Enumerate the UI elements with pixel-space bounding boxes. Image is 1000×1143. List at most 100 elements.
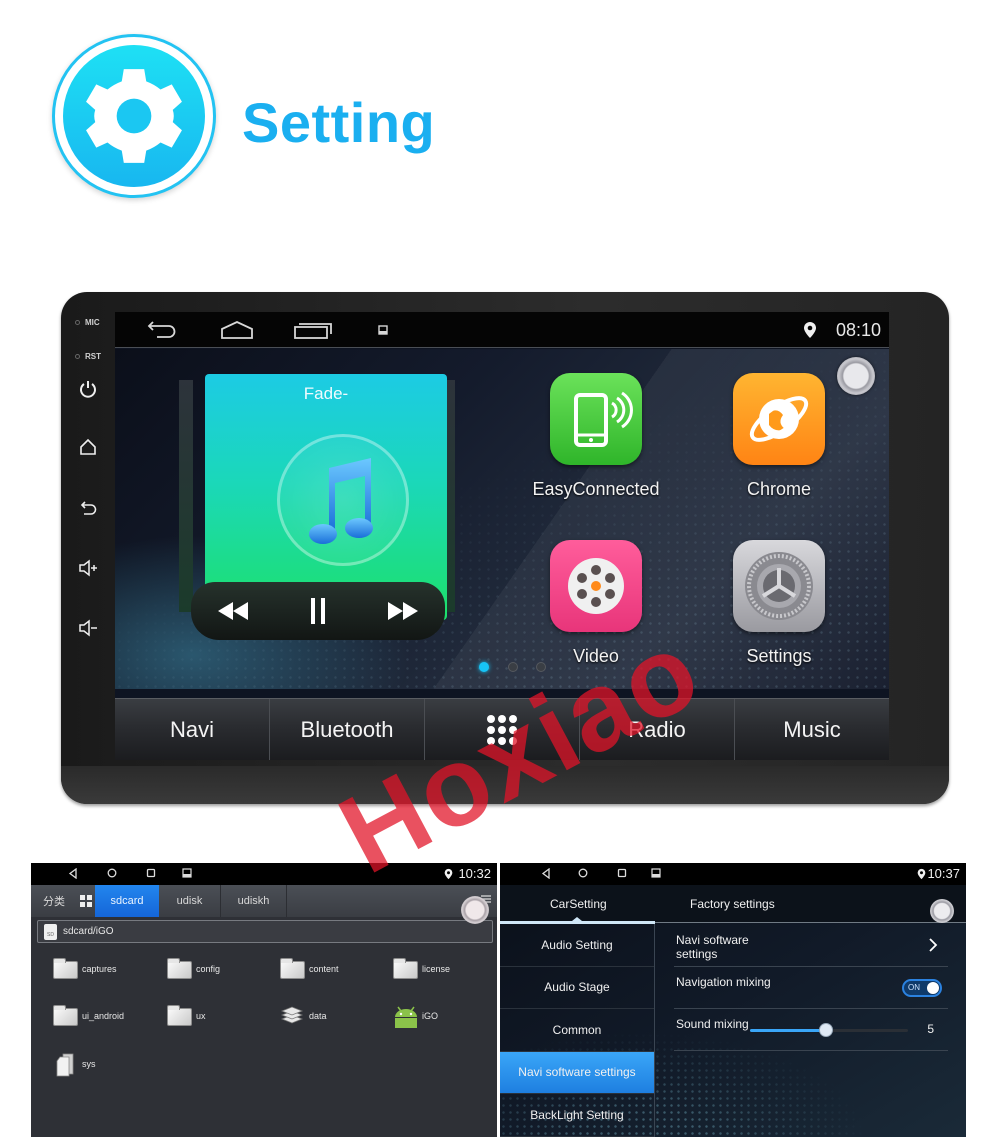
file-item[interactable]: sys xyxy=(53,1053,96,1077)
settings-side-menu: Audio Setting Audio Stage Common Navi so… xyxy=(500,924,655,1137)
active-tab-caret xyxy=(572,917,582,921)
file-name: license xyxy=(422,964,451,974)
folder-icon xyxy=(167,958,193,980)
file-name: iGO xyxy=(422,1011,439,1021)
tab-sdcard[interactable]: sdcard xyxy=(95,885,159,917)
back-icon[interactable] xyxy=(68,868,78,879)
path-bar: SD sdcard/iGO xyxy=(37,920,493,943)
dock-navi[interactable]: Navi xyxy=(115,699,270,760)
mic-label: MIC xyxy=(85,318,100,327)
sound-mixing-slider[interactable] xyxy=(750,1023,908,1037)
power-button[interactable] xyxy=(75,376,101,402)
file-name: content xyxy=(309,964,339,974)
menu-backlight-setting[interactable]: BackLight Setting xyxy=(500,1094,654,1137)
tab-carsetting[interactable]: CarSetting xyxy=(550,897,607,911)
folder-item[interactable]: license xyxy=(393,958,450,980)
location-pin-icon xyxy=(444,868,453,880)
music-widget[interactable]: Fade- xyxy=(179,374,455,644)
rst-label: RST xyxy=(85,352,101,361)
tab-udisk[interactable]: udisk xyxy=(159,885,221,917)
side-back-button[interactable] xyxy=(75,495,101,521)
home-icon xyxy=(221,321,253,339)
row-navi-software-settings[interactable]: Navi software settings xyxy=(674,925,948,967)
assistive-touch-button[interactable] xyxy=(930,899,954,923)
screenshot-icon xyxy=(378,325,388,335)
folder-icon xyxy=(393,958,419,980)
file-name: config xyxy=(196,964,221,974)
file-name: captures xyxy=(82,964,117,974)
page-dot-active[interactable] xyxy=(479,662,489,672)
document-icon xyxy=(53,1053,79,1077)
music-track-title: Fade- xyxy=(303,384,349,403)
settings-rows: Navi software settings Navigation mixing… xyxy=(674,925,948,1051)
assistive-touch-button[interactable] xyxy=(461,896,489,924)
dock-app-drawer[interactable] xyxy=(425,699,580,760)
dock-radio[interactable]: Radio xyxy=(580,699,735,760)
folder-item[interactable]: captures xyxy=(53,958,117,980)
folder-item[interactable]: config xyxy=(167,958,220,980)
screenshot-button[interactable] xyxy=(378,318,388,342)
menu-common[interactable]: Common xyxy=(500,1009,654,1052)
folder-item[interactable]: content xyxy=(280,958,339,980)
file-name: sys xyxy=(82,1059,96,1069)
screenshot-icon[interactable] xyxy=(651,868,661,878)
recent-apps-icon[interactable] xyxy=(617,868,627,878)
row-label: Navi software settings xyxy=(676,933,749,961)
sd-card-icon: SD xyxy=(44,923,57,940)
home-icon[interactable] xyxy=(107,868,117,878)
app-chrome[interactable]: Chrome xyxy=(709,373,849,500)
reset-hole[interactable] xyxy=(75,354,80,359)
volume-down-button[interactable] xyxy=(75,615,101,641)
slider-handle[interactable] xyxy=(818,1023,833,1037)
volume-up-button[interactable] xyxy=(75,555,101,581)
nav-back-button[interactable] xyxy=(145,318,177,342)
screenshot-icon[interactable] xyxy=(182,868,192,878)
storage-tabs: 分类 sdcard udisk udiskh xyxy=(31,885,497,917)
menu-navi-software-settings[interactable]: Navi software settings xyxy=(500,1051,654,1094)
app-settings[interactable]: Settings xyxy=(709,540,849,667)
music-controls xyxy=(191,582,445,640)
grid-view-button[interactable] xyxy=(77,885,95,917)
film-reel-icon xyxy=(550,540,642,632)
tab-udiskh[interactable]: udiskh xyxy=(221,885,287,917)
current-path: sdcard/iGO xyxy=(63,926,114,937)
app-label: EasyConnected xyxy=(532,479,660,499)
settings-gear-icon xyxy=(733,540,825,632)
music-note-icon xyxy=(309,458,373,544)
recent-apps-icon xyxy=(294,323,332,339)
navigation-mixing-toggle[interactable]: ON xyxy=(902,979,942,997)
back-icon[interactable] xyxy=(541,868,551,879)
folder-icon xyxy=(280,958,306,980)
tab-factory-settings[interactable]: Factory settings xyxy=(690,897,775,911)
side-home-button[interactable] xyxy=(75,434,101,460)
home-icon[interactable] xyxy=(578,868,588,878)
tab-category[interactable]: 分类 xyxy=(39,885,69,917)
folder-item[interactable]: ui_android xyxy=(53,1005,124,1027)
home-icon xyxy=(80,438,96,455)
menu-audio-stage[interactable]: Audio Stage xyxy=(500,967,654,1009)
nav-home-button[interactable] xyxy=(220,318,254,342)
app-easyconnected[interactable]: EasyConnected xyxy=(526,373,666,500)
folder-icon xyxy=(167,1005,193,1027)
fast-forward-button[interactable] xyxy=(383,591,423,631)
recent-apps-icon[interactable] xyxy=(146,868,156,878)
folder-item[interactable]: ux xyxy=(167,1005,206,1027)
page-dot[interactable] xyxy=(536,662,546,672)
app-video[interactable]: Video xyxy=(526,540,666,667)
pause-button[interactable] xyxy=(298,591,338,631)
rewind-button[interactable] xyxy=(213,591,253,631)
page-title: Setting xyxy=(242,91,436,154)
menu-audio-setting[interactable]: Audio Setting xyxy=(500,924,654,967)
toggle-knob xyxy=(927,982,939,994)
globe-icon xyxy=(733,373,825,465)
dock-music[interactable]: Music xyxy=(735,699,889,760)
page-dot[interactable] xyxy=(508,662,518,672)
location-pin-icon xyxy=(804,322,816,338)
dock-bluetooth[interactable]: Bluetooth xyxy=(270,699,425,760)
phone-connect-icon xyxy=(550,373,642,465)
folder-item[interactable]: data xyxy=(280,1005,327,1027)
nav-recent-apps-button[interactable] xyxy=(293,318,333,342)
app-item[interactable]: iGO xyxy=(393,1005,439,1028)
status-bar: 10:32 xyxy=(31,863,497,885)
back-icon xyxy=(147,321,176,338)
